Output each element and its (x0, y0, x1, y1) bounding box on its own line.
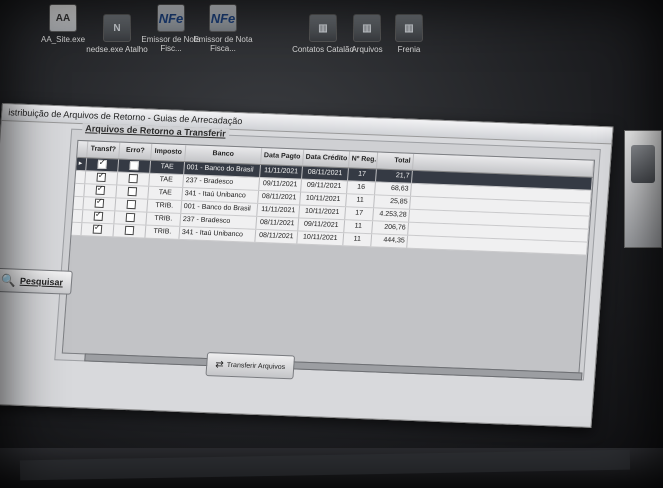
erro-checkbox[interactable] (128, 173, 139, 183)
nreg-cell: 11 (346, 194, 376, 208)
return-files-grid[interactable]: Transf? Erro? Imposto Banco Data Pagto D… (61, 139, 596, 374)
desktop-icon-label: Frenia (397, 45, 421, 54)
col-header-transf[interactable]: Transf? (87, 141, 121, 159)
data-pagto-cell: 09/11/2021 (259, 177, 303, 192)
search-button[interactable]: 🔍 Pesquisar (0, 267, 73, 295)
erro-checkbox-cell[interactable] (116, 185, 150, 199)
total-cell: 68,63 (375, 182, 412, 196)
erro-checkbox-cell[interactable] (115, 198, 149, 212)
total-cell: 206,76 (372, 221, 410, 235)
transf-checkbox-cell[interactable] (86, 158, 120, 172)
imposto-cell: TAE (150, 160, 186, 175)
data-credito-cell: 10/11/2021 (299, 205, 347, 220)
transfer-icon: ⇄ (214, 358, 225, 371)
transf-checkbox[interactable] (92, 224, 103, 234)
transf-checkbox-cell[interactable] (81, 223, 115, 237)
col-header-imposto[interactable]: Imposto (151, 143, 187, 162)
nreg-cell: 11 (344, 220, 374, 234)
total-cell: 25,85 (374, 195, 411, 209)
folder-icon: ▥ (353, 14, 381, 42)
thumbnail-image (631, 145, 655, 183)
background-window-glimpse (624, 130, 662, 248)
nreg-cell: 11 (343, 233, 373, 247)
erro-checkbox[interactable] (126, 199, 137, 209)
nreg-cell: 17 (348, 168, 377, 182)
transf-checkbox[interactable] (93, 211, 104, 221)
data-pagto-cell: 08/11/2021 (256, 216, 300, 231)
desktop-icon-label: Emissor de Nota Fisca... (193, 35, 253, 53)
return-files-group: Arquivos de Retorno a Transferir Transf?… (54, 123, 601, 381)
nreg-cell: 16 (347, 181, 376, 195)
erro-checkbox-cell[interactable] (113, 224, 147, 238)
transfer-files-button[interactable]: ⇄ Transferir Arquivos (205, 352, 296, 380)
transf-checkbox-cell[interactable] (84, 184, 118, 198)
transf-checkbox[interactable] (94, 198, 105, 208)
data-pagto-cell: 11/11/2021 (257, 203, 301, 218)
transf-checkbox-cell[interactable] (85, 171, 119, 185)
erro-checkbox[interactable] (125, 212, 136, 222)
erro-checkbox[interactable] (124, 225, 135, 235)
col-header-total[interactable]: Total (376, 152, 415, 170)
col-header-erro[interactable]: Erro? (119, 142, 153, 160)
folder-icon: ▥ (309, 14, 337, 42)
data-credito-cell: 09/11/2021 (301, 179, 348, 194)
transf-checkbox[interactable] (96, 172, 107, 182)
transf-checkbox-cell[interactable] (82, 210, 116, 224)
imposto-cell: TRIB. (147, 199, 183, 213)
transf-checkbox-cell[interactable] (83, 197, 117, 211)
desktop-icon-label: nedse.exe Atalho (86, 45, 148, 54)
data-credito-cell: 10/11/2021 (300, 192, 348, 207)
search-button-label: Pesquisar (19, 275, 64, 288)
data-pagto-cell: 11/11/2021 (260, 164, 303, 179)
erro-checkbox[interactable] (129, 160, 140, 170)
erro-checkbox-cell[interactable] (118, 159, 152, 173)
data-pagto-cell: 08/11/2021 (258, 190, 302, 205)
grid-empty-area (62, 235, 588, 373)
transf-checkbox[interactable] (95, 185, 106, 195)
data-credito-cell: 08/11/2021 (302, 166, 349, 181)
erro-checkbox[interactable] (127, 186, 138, 196)
imposto-cell: TAE (149, 173, 185, 188)
desktop-icon-emissor-nfe-2[interactable]: NFe Emissor de Nota Fisca... (192, 4, 254, 53)
folder-icon: ▥ (395, 14, 423, 42)
col-header-nreg[interactable]: Nº Reg. Arq. (349, 151, 379, 169)
nfe-icon: NFe (209, 4, 237, 32)
transf-checkbox[interactable] (97, 159, 108, 169)
data-credito-cell: 10/11/2021 (297, 231, 345, 246)
col-header-data-pagto[interactable]: Data Pagto (261, 148, 305, 166)
app-window: istribuição de Arquivos de Retorno - Gui… (0, 103, 614, 428)
erro-checkbox-cell[interactable] (117, 172, 151, 186)
app-icon: N (103, 14, 131, 42)
col-header-data-credito[interactable]: Data Crédito (303, 149, 351, 168)
total-cell: 4.253,28 (373, 208, 411, 222)
imposto-cell: TAE (148, 186, 184, 200)
app-icon: AA (49, 4, 77, 32)
total-cell: 21,7 (376, 169, 413, 183)
desktop-icon-frenia[interactable]: ▥ Frenia (378, 14, 440, 54)
data-credito-cell: 09/11/2021 (298, 218, 346, 233)
desktop-icon-nedse[interactable]: N nedse.exe Atalho (86, 14, 148, 54)
col-header-banco[interactable]: Banco (185, 145, 263, 164)
nreg-cell: 17 (345, 207, 375, 221)
imposto-cell: TRIB. (146, 212, 182, 226)
magnifier-icon: 🔍 (0, 273, 17, 288)
desktop-icon-label: AA_Site.exe (40, 35, 86, 44)
imposto-cell: TRIB. (145, 225, 181, 239)
erro-checkbox-cell[interactable] (114, 211, 148, 225)
desktop-icon-aa-site[interactable]: AA AA_Site.exe (32, 4, 94, 44)
transfer-button-label: Transferir Arquivos (226, 361, 286, 371)
data-pagto-cell: 08/11/2021 (255, 229, 299, 244)
nfe-icon: NFe (157, 4, 185, 32)
total-cell: 444,35 (371, 234, 409, 248)
